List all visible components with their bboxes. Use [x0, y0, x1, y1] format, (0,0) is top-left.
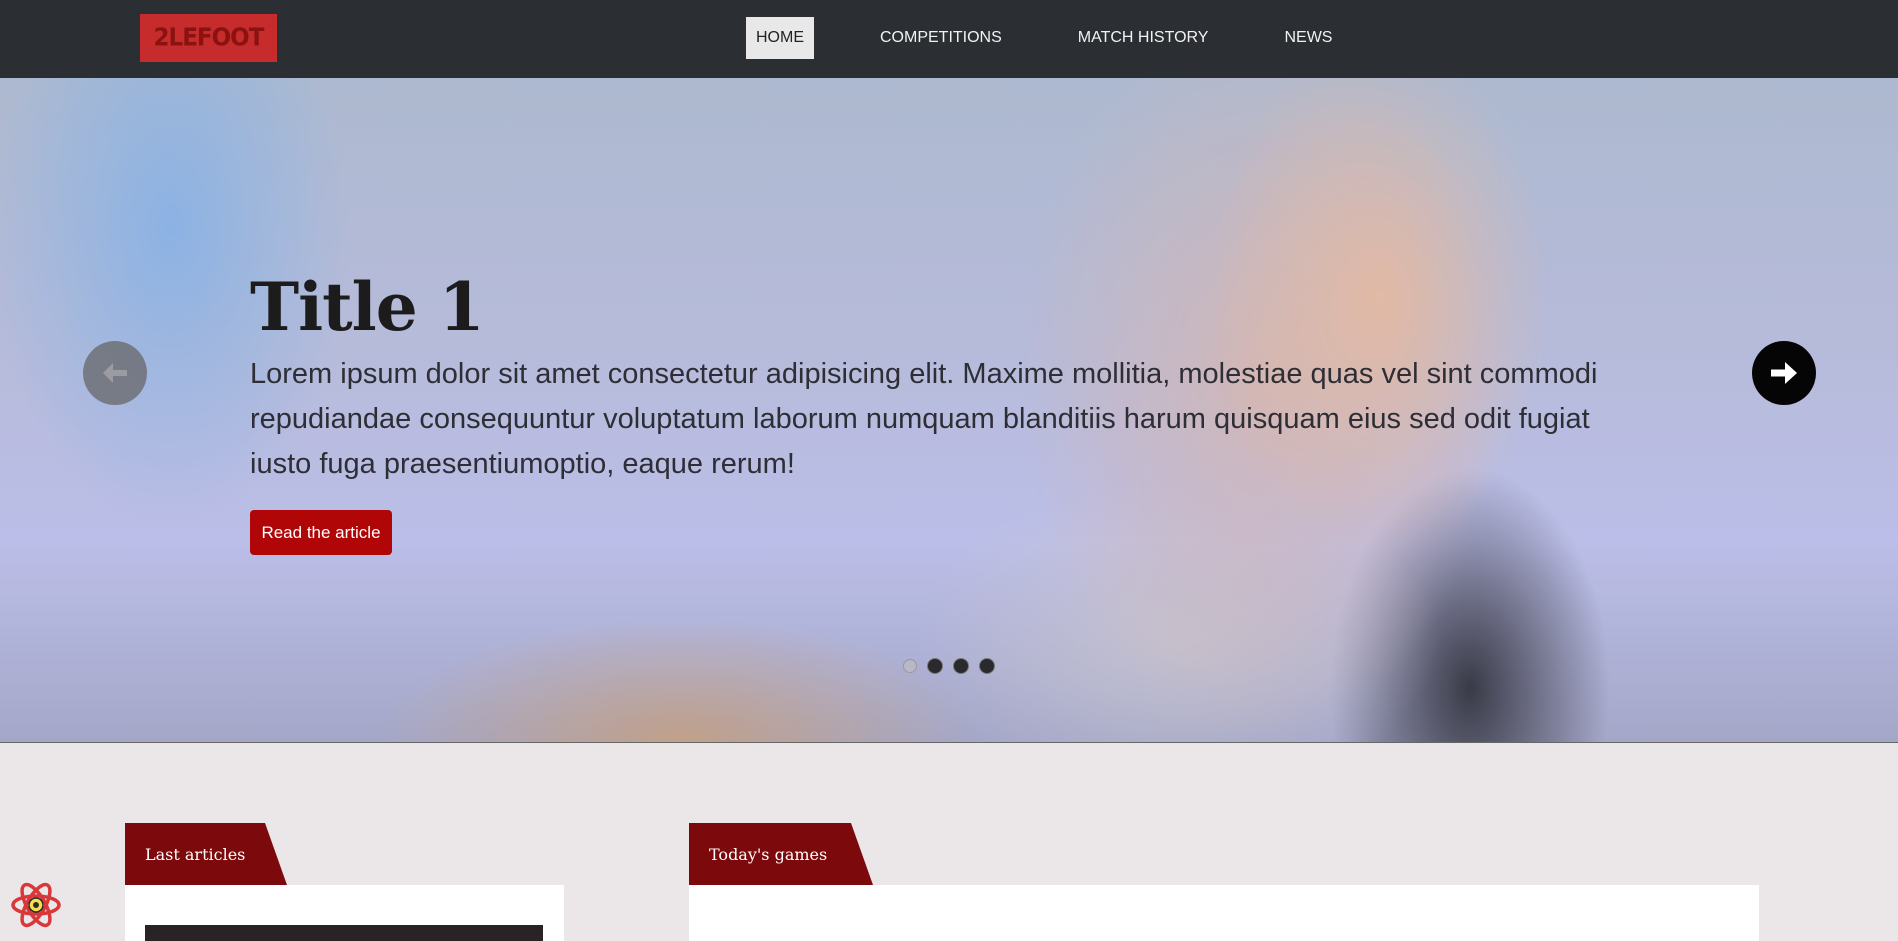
articles-card	[125, 885, 564, 941]
main-nav: HOME COMPETITIONS MATCH HISTORY NEWS	[746, 17, 1342, 59]
navbar: 2LEFOOT HOME COMPETITIONS MATCH HISTORY …	[0, 0, 1898, 78]
hero-carousel: Title 1 Lorem ipsum dolor sit amet conse…	[0, 78, 1898, 743]
carousel-dot-2[interactable]	[927, 658, 943, 674]
react-devtools-icon[interactable]	[10, 880, 62, 930]
nav-item-home[interactable]: HOME	[746, 17, 814, 59]
nav-item-match-history[interactable]: MATCH HISTORY	[1068, 17, 1219, 59]
carousel-dot-1[interactable]	[903, 659, 917, 673]
nav-item-news[interactable]: NEWS	[1274, 17, 1342, 59]
read-article-button[interactable]: Read the article	[250, 510, 392, 555]
site-logo[interactable]: 2LEFOOT	[140, 14, 277, 62]
section-header-todays-games: Today's games	[689, 823, 873, 885]
section-header-last-articles: Last articles	[125, 823, 287, 885]
slide-description: Lorem ipsum dolor sit amet consectetur a…	[250, 358, 1598, 480]
nav-item-competitions[interactable]: COMPETITIONS	[870, 17, 1012, 59]
section-title: Today's games	[709, 844, 828, 864]
arrow-left-icon	[103, 363, 127, 383]
article-thumbnail[interactable]	[145, 925, 543, 941]
arrow-right-icon	[1771, 362, 1797, 384]
carousel-dot-3[interactable]	[953, 658, 969, 674]
slide-title: Title 1	[250, 268, 485, 346]
carousel-dot-4[interactable]	[979, 658, 995, 674]
carousel-prev-button[interactable]	[83, 341, 147, 405]
carousel-indicators	[903, 658, 995, 674]
logo-text: 2LEFOOT	[153, 23, 265, 53]
games-card	[689, 885, 1759, 941]
carousel-next-button[interactable]	[1752, 341, 1816, 405]
section-title: Last articles	[145, 844, 246, 864]
